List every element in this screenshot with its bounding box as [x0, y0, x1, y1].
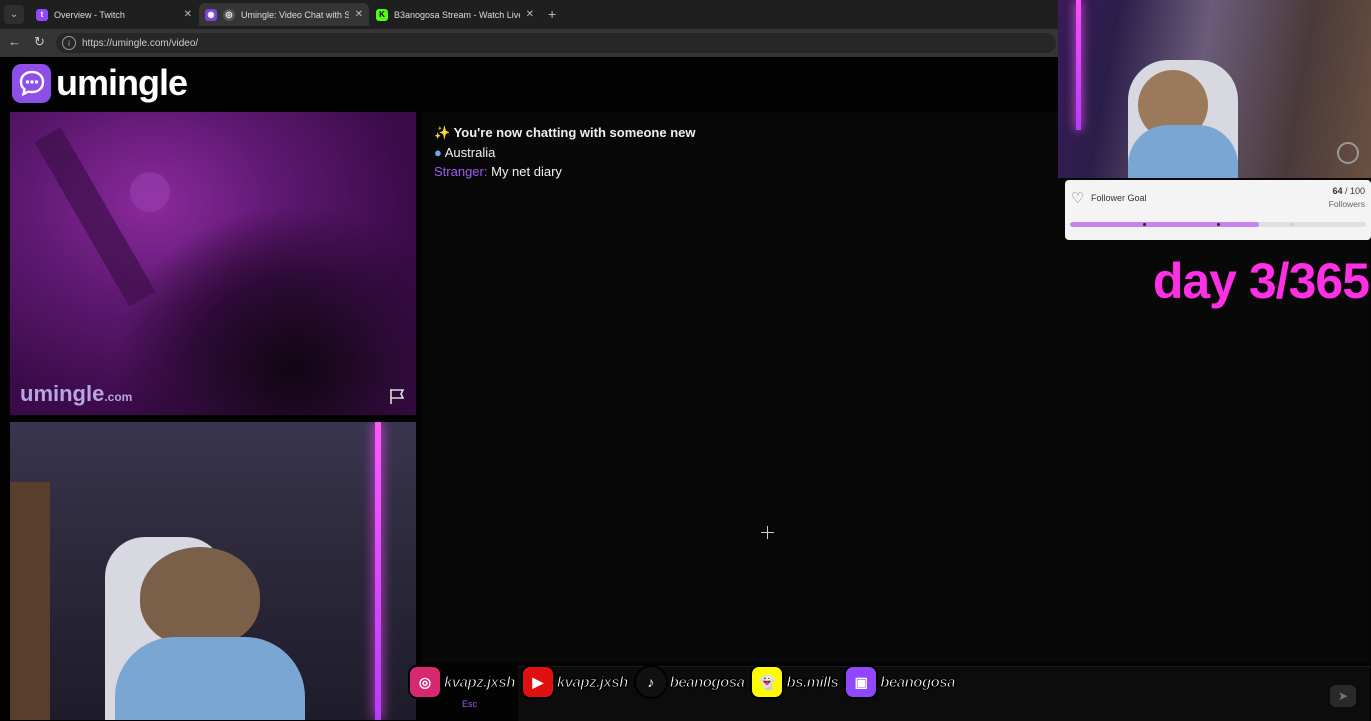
umingle-logo[interactable]: umingle — [12, 62, 188, 104]
site-info-icon[interactable]: i — [62, 36, 76, 50]
system-message-text: You're now chatting with someone new — [453, 125, 696, 140]
goal-unit: Followers — [1328, 199, 1365, 209]
person-head-shape — [140, 547, 260, 647]
close-tab-icon[interactable]: ✕ — [184, 9, 192, 20]
tab-label: B3anogosa Stream - Watch Live or — [394, 9, 520, 20]
audio-playing-icon: ◎ — [223, 8, 235, 21]
goal-milestone — [1142, 223, 1146, 226]
instagram-icon: ◎ — [408, 665, 442, 699]
country-message: ● Australia — [434, 145, 495, 160]
address-bar[interactable]: i https://umingle.com/video/ — [56, 33, 1056, 53]
tab-label: Umingle: Video Chat with Stra — [241, 9, 349, 20]
address-toolbar: ← ↻ i https://umingle.com/video/ — [0, 29, 1060, 57]
message-text: My net diary — [491, 164, 562, 179]
tab-umingle[interactable]: ◉ ◎ Umingle: Video Chat with Stra ✕ — [199, 3, 369, 26]
youtube-icon: ▶ — [520, 665, 555, 699]
close-tab-icon[interactable]: ✕ — [355, 9, 363, 20]
goal-separator: / — [1342, 186, 1350, 196]
follower-goal-widget: ♡ Follower Goal 64 / 100 Followers — [1065, 180, 1371, 240]
tab-label: Overview - Twitch — [54, 9, 125, 20]
watermark-main: umingle — [20, 381, 105, 406]
social-handles-bar: ◎ kvapz.jxsh ▶ kvapz.jxsh ♪ beanogosa 👻 bs.mill… — [408, 662, 961, 702]
goal-progress-fill — [1070, 222, 1260, 227]
chat-message: Stranger: My net diary — [434, 164, 562, 179]
new-tab-button[interactable]: + — [548, 6, 556, 22]
social-instagram: ◎ kvapz.jxsh — [408, 665, 516, 699]
goal-milestone — [1290, 223, 1294, 226]
umingle-watermark: umingle.com — [20, 381, 132, 407]
goal-milestone — [1216, 223, 1220, 226]
goal-progress-bar — [1070, 222, 1366, 227]
watermark-tld: .com — [104, 390, 133, 404]
heart-icon: ♡ — [1071, 190, 1085, 207]
tab-search-dropdown[interactable]: ⌄ — [4, 5, 24, 24]
ceiling-fan-shape — [34, 127, 156, 307]
globe-icon: ● — [434, 145, 442, 160]
country-text: Australia — [444, 145, 496, 160]
ceiling-light-shape — [130, 172, 170, 212]
snapchat-icon: 👻 — [750, 665, 785, 699]
logo-text: umingle — [56, 62, 188, 103]
shelf-shape — [10, 482, 50, 720]
person-body-shape — [115, 637, 305, 720]
person-body-shape — [1128, 125, 1238, 178]
social-youtube: ▶ kvapz.jxsh — [520, 665, 629, 699]
send-button[interactable]: ➤ — [1330, 685, 1356, 707]
stranger-video: umingle.com — [10, 112, 416, 415]
close-tab-icon[interactable]: ✕ — [526, 9, 534, 20]
tab-twitch-overview[interactable]: t Overview - Twitch ✕ — [30, 3, 198, 26]
led-strip-shape — [375, 422, 381, 720]
social-handle: kvapz.jxsh — [556, 673, 628, 691]
camera-record-icon — [1337, 142, 1359, 164]
system-message: ✨ You're now chatting with someone new — [434, 125, 696, 141]
report-flag-icon[interactable] — [388, 387, 406, 405]
social-handle: kvapz.jxsh — [444, 673, 516, 691]
twitch-icon: t — [36, 8, 48, 21]
chat-bubble-icon — [12, 63, 51, 103]
twitch-icon: ▣ — [844, 665, 879, 699]
social-handle: bs.mills — [786, 673, 839, 691]
back-arrow-icon[interactable]: ← — [8, 34, 21, 49]
social-handle: beanogosa — [880, 673, 956, 691]
message-sender: Stranger: — [434, 164, 488, 179]
streamer-webcam — [1058, 0, 1371, 178]
goal-current: 64 — [1332, 186, 1343, 196]
goal-title: Follower Goal — [1091, 193, 1147, 203]
reload-icon[interactable]: ↻ — [34, 34, 45, 50]
umingle-icon: ◉ — [205, 8, 217, 21]
goal-count: 64 / 100 — [1332, 186, 1365, 196]
day-counter: day 3/365 — [1152, 253, 1370, 309]
url-text: https://umingle.com/video/ — [82, 37, 199, 49]
social-handle: beanogosa — [669, 673, 745, 691]
kick-icon: K — [376, 8, 388, 21]
led-strip-shape — [1076, 0, 1081, 130]
social-snapchat: 👻 bs.mills — [750, 665, 839, 699]
mouse-cursor-crosshair — [761, 526, 774, 539]
self-video — [10, 422, 416, 720]
tab-kick-stream[interactable]: K B3anogosa Stream - Watch Live or ✕ — [370, 3, 540, 26]
tiktok-icon: ♪ — [633, 665, 668, 699]
goal-target: 100 — [1349, 186, 1365, 196]
social-twitch: ▣ beanogosa — [844, 665, 956, 699]
social-tiktok: ♪ beanogosa — [633, 665, 745, 699]
sparkles-icon: ✨ — [434, 125, 451, 140]
